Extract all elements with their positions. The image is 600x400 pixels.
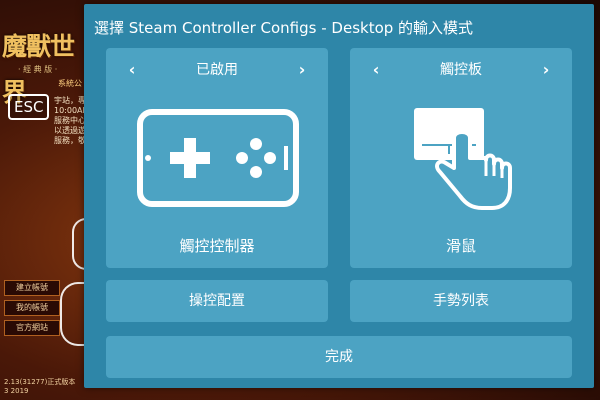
create-account-button[interactable]: 建立帳號 bbox=[4, 280, 60, 296]
version-footer: 2.13(31277)正式版本 3 2019 bbox=[4, 378, 84, 396]
system-notice-label: 系統公 bbox=[58, 79, 82, 88]
chevron-right-icon[interactable]: › bbox=[536, 60, 556, 80]
input-mode-dialog: 選擇 Steam Controller Configs - Desktop 的輸… bbox=[84, 4, 594, 388]
version-line: 2.13(31277)正式版本 bbox=[4, 378, 76, 386]
gesture-list-button[interactable]: 手勢列表 bbox=[350, 280, 572, 322]
chevron-right-icon[interactable]: › bbox=[292, 60, 312, 80]
mode-selector: ‹ 已啟用 › bbox=[106, 60, 328, 80]
dialog-title: 選擇 Steam Controller Configs - Desktop 的輸… bbox=[94, 19, 474, 37]
touch-controller-label: 觸控控制器 bbox=[179, 237, 255, 255]
game-menu: 建立帳號 我的帳號 官方網站 bbox=[4, 280, 60, 340]
chevron-left-icon[interactable]: ‹ bbox=[366, 60, 386, 80]
mouse-label: 滑鼠 bbox=[445, 237, 476, 255]
mouse-card[interactable]: ‹ 觸控板 › 滑鼠 bbox=[350, 48, 572, 268]
mode-selector: ‹ 觸控板 › bbox=[350, 60, 572, 80]
touchpad-hand-icon bbox=[414, 108, 512, 210]
touch-controller-card[interactable]: ‹ 已啟用 › 觸控控制器 bbox=[106, 48, 328, 268]
done-button[interactable]: 完成 bbox=[106, 336, 572, 378]
official-site-button[interactable]: 官方網站 bbox=[4, 320, 60, 336]
chevron-left-icon[interactable]: ‹ bbox=[122, 60, 142, 80]
control-config-button[interactable]: 操控配置 bbox=[106, 280, 328, 322]
copyright-line: 3 2019 bbox=[4, 387, 29, 395]
esc-button[interactable]: ESC bbox=[8, 94, 50, 120]
gamepad-phone-icon bbox=[137, 109, 299, 207]
mode-title: 已啟用 bbox=[196, 62, 238, 78]
my-account-button[interactable]: 我的帳號 bbox=[4, 300, 60, 316]
mode-title: 觸控板 bbox=[440, 62, 482, 78]
game-logo-subtitle: · 經 典 版 · bbox=[18, 65, 58, 74]
